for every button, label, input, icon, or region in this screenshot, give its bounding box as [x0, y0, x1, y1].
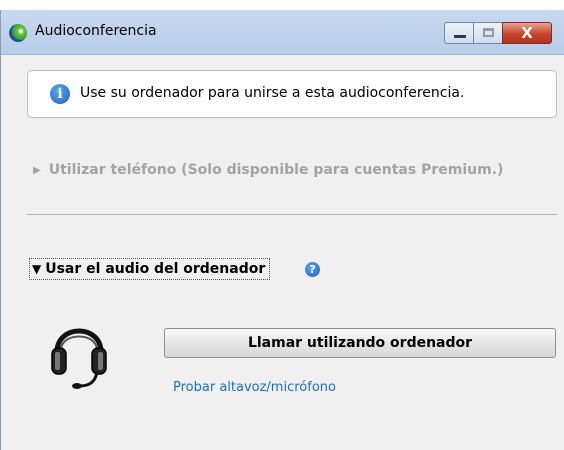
info-message-box: i Use su ordenador para unirse a esta au…	[27, 70, 557, 118]
maximize-button[interactable]	[473, 22, 503, 44]
close-icon: X	[521, 24, 533, 42]
window-title: Audioconferencia	[35, 23, 157, 39]
phone-section-label: Utilizar teléfono (Solo disponible para …	[48, 162, 504, 178]
title-bar[interactable]: Audioconferencia X	[1, 10, 564, 55]
section-divider	[27, 214, 557, 215]
help-icon[interactable]: ?	[305, 262, 320, 277]
globe-icon	[9, 24, 27, 42]
audioconference-window: Audioconferencia X i Use su ordenador pa…	[0, 10, 564, 450]
window-controls: X	[444, 22, 552, 46]
close-button[interactable]: X	[502, 22, 552, 44]
headset-icon	[51, 328, 107, 389]
info-icon: i	[50, 84, 70, 104]
expand-arrow-icon: ▶	[33, 165, 41, 176]
minimize-icon	[454, 35, 466, 38]
test-speaker-microphone-link[interactable]: Probar altavoz/micrófono	[173, 380, 336, 395]
collapse-arrow-icon: ▼	[32, 262, 42, 276]
computer-audio-toggle[interactable]: ▼ Usar el audio del ordenador	[29, 258, 271, 280]
computer-audio-label: Usar el audio del ordenador	[45, 261, 266, 277]
maximize-icon	[483, 28, 494, 37]
minimize-button[interactable]	[444, 22, 474, 44]
phone-section-toggle[interactable]: ▶ Utilizar teléfono (Solo disponible para…	[33, 162, 503, 178]
info-message: Use su ordenador para unirse a esta audi…	[80, 85, 465, 101]
call-using-computer-button[interactable]: Llamar utilizando ordenador	[164, 328, 556, 358]
